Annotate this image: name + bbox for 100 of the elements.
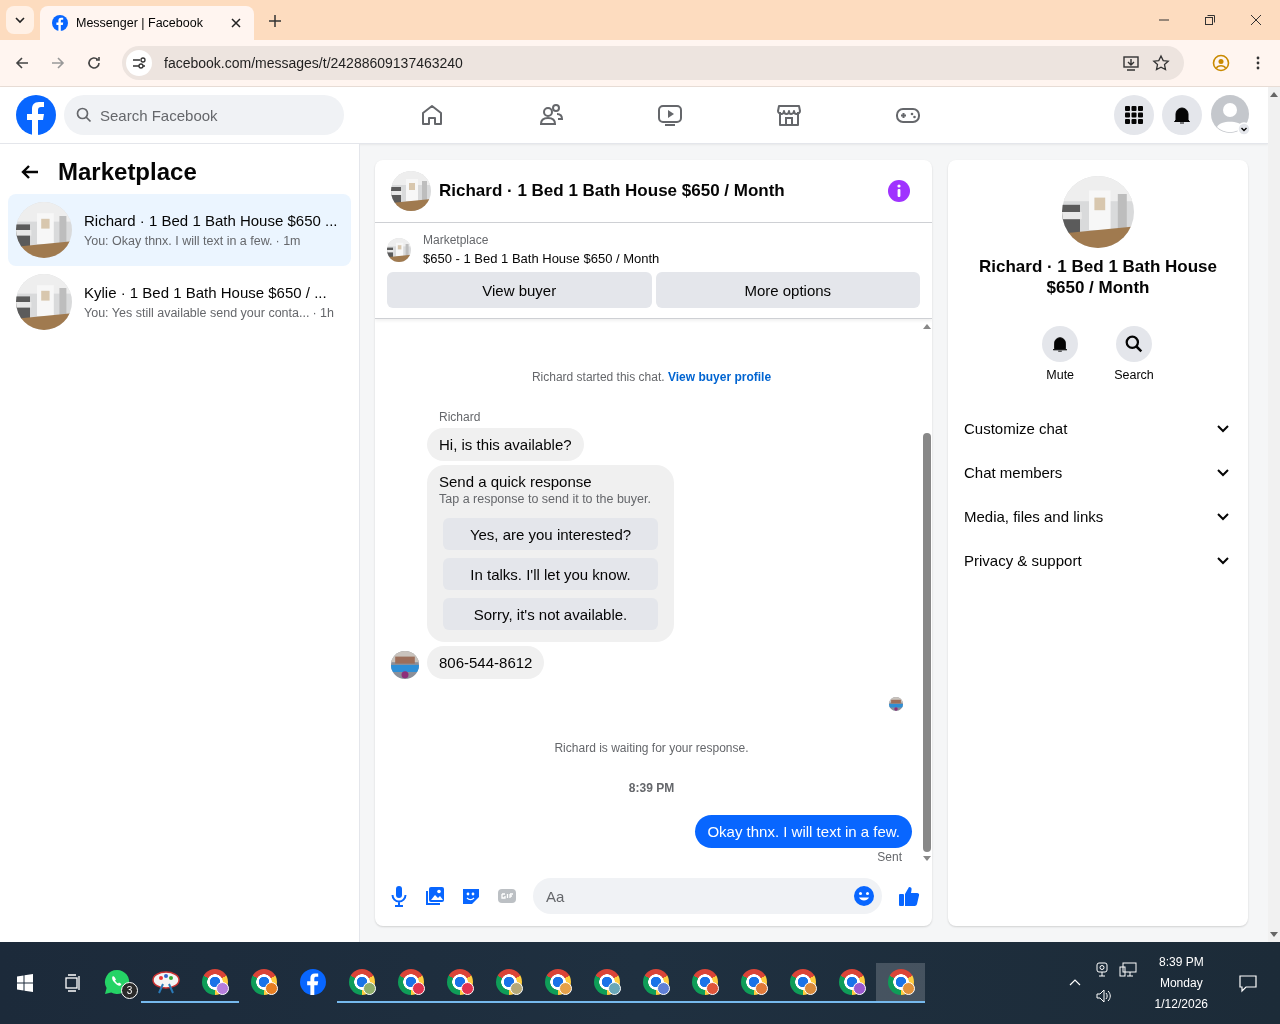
facebook-icon — [299, 969, 326, 995]
scroll-down-icon[interactable] — [1270, 932, 1278, 938]
chevron-down-icon — [14, 14, 26, 26]
system-message: Richard started this chat. View buyer profile — [531, 370, 772, 384]
scroll-up-icon[interactable] — [923, 323, 931, 329]
microphone-icon[interactable] — [389, 885, 409, 907]
taskbar-app[interactable] — [876, 963, 925, 1003]
notification-badge: 3 — [121, 982, 138, 999]
conversation-name: Richard · 1 Bed 1 Bath House $650 / Month — [978, 256, 1218, 298]
url-text: facebook.com/messages/t/24288609137463240 — [164, 55, 463, 71]
action-label: Mute — [1046, 368, 1075, 382]
conversation-item[interactable]: Richard · 1 Bed 1 Bath House $650 ... You: Okay thnx. I will text in a few. · 1m — [8, 194, 351, 266]
install-app-icon[interactable] — [1122, 54, 1140, 72]
quick-response-hint: Tap a response to send it to the buyer. — [439, 492, 652, 506]
message-bubble: Okay thnx. I will text in a few. — [695, 815, 912, 848]
bell-icon — [1051, 335, 1070, 353]
section-header[interactable]: Media, files and links — [956, 494, 1240, 538]
message-time: · 1m — [275, 234, 301, 248]
action-label: Search — [1114, 368, 1154, 382]
search-field[interactable]: Search Facebook — [64, 95, 344, 135]
chat-bubble-icon — [103, 969, 130, 995]
mute-button[interactable] — [1042, 326, 1079, 362]
paint-palette-icon — [150, 970, 181, 994]
clock-date: 1/12/2026 — [1154, 997, 1208, 1011]
scrollbar-thumb[interactable] — [923, 433, 931, 852]
clock[interactable]: 8:39 PM Monday 1/12/2026 — [1154, 955, 1208, 1011]
action-button[interactable]: More options — [655, 272, 920, 308]
network-icon[interactable] — [1118, 962, 1137, 978]
section-header[interactable]: Customize chat — [956, 406, 1240, 450]
conversation-item[interactable]: Kylie · 1 Bed 1 Bath House $650 / ... You: Yes still available send your conta... · 1h — [8, 266, 351, 338]
sticker-icon[interactable] — [461, 886, 481, 906]
info-icon[interactable] — [888, 180, 910, 202]
site-settings-icon[interactable] — [126, 50, 152, 76]
close-icon[interactable] — [230, 17, 242, 29]
volume-icon[interactable] — [1094, 988, 1113, 1004]
delivery-status: Sent — [877, 850, 903, 864]
tab-title: Messenger | Facebook — [76, 16, 203, 30]
tab-search-button[interactable] — [6, 6, 34, 34]
message-preview: You: Yes still available send your conta... — [84, 306, 310, 320]
search-icon — [1125, 335, 1143, 353]
section-title: Privacy & support — [964, 551, 1082, 569]
facebook-icon — [52, 15, 68, 31]
grid-icon — [1124, 105, 1144, 125]
search-button[interactable] — [1116, 326, 1152, 362]
camera-icon[interactable] — [1094, 962, 1109, 978]
conversation-title: Kylie · 1 Bed 1 Bath House $650 / ... — [84, 284, 328, 301]
scrollbar[interactable] — [1268, 87, 1280, 942]
shop-icon[interactable] — [775, 102, 802, 128]
buyer-profile-link[interactable]: View buyer profile — [667, 370, 772, 384]
system-message: Richard is waiting for your response. — [554, 741, 749, 755]
message-time: · 1h — [312, 306, 334, 320]
facebook-logo[interactable] — [16, 95, 56, 135]
quick-response-title: Send a quick response — [439, 473, 593, 490]
section-header[interactable]: Privacy & support — [956, 538, 1240, 582]
action-button[interactable]: View buyer — [387, 272, 652, 308]
back-icon[interactable] — [14, 55, 30, 71]
notifications-icon[interactable] — [1238, 973, 1258, 993]
taskbar-app[interactable]: 3 — [92, 963, 141, 1003]
quick-reply-button[interactable]: Yes, are you interested? — [443, 518, 658, 550]
windows-start-icon[interactable] — [16, 974, 34, 992]
new-tab-icon[interactable] — [268, 14, 282, 28]
message-preview: You: Okay thnx. I will text in a few. — [84, 234, 273, 248]
forward-icon[interactable] — [50, 55, 66, 71]
reload-icon[interactable] — [86, 55, 102, 71]
video-icon[interactable] — [656, 102, 683, 128]
message-bubble: 806-544-8612 — [427, 646, 545, 679]
close-icon[interactable] — [1250, 14, 1262, 26]
restore-icon[interactable] — [1204, 14, 1216, 26]
browser-tab[interactable]: Messenger | Facebook — [40, 6, 254, 40]
listing-title: $650 - 1 Bed 1 Bath House $650 / Month — [423, 251, 660, 266]
sidebar-title: Marketplace — [58, 158, 197, 186]
chat-title: Richard · 1 Bed 1 Bath House $650 / Month — [439, 181, 785, 201]
notifications-button[interactable] — [1162, 95, 1202, 135]
emoji-icon[interactable] — [853, 885, 875, 907]
profile-icon[interactable] — [1212, 54, 1230, 72]
conversation-title: Richard · 1 Bed 1 Bath House $650 ... — [84, 212, 338, 229]
address-field[interactable]: facebook.com/messages/t/24288609137463240 — [122, 46, 1184, 80]
clock-time: 8:39 PM — [1158, 955, 1204, 969]
listing-label: Marketplace — [423, 233, 490, 247]
task-view-icon[interactable] — [64, 974, 82, 992]
people-icon[interactable] — [537, 102, 564, 128]
scroll-down-icon[interactable] — [923, 856, 931, 862]
menu-button[interactable] — [1114, 95, 1154, 135]
thumbs-up-icon[interactable] — [898, 885, 920, 907]
message-bubble: Hi, is this available? — [427, 428, 584, 461]
message-field[interactable]: Aa — [533, 878, 882, 914]
section-title: Customize chat — [964, 419, 1068, 437]
photo-icon[interactable] — [425, 886, 445, 906]
star-icon[interactable] — [1152, 54, 1170, 72]
section-header[interactable]: Chat members — [956, 450, 1240, 494]
bell-icon — [1172, 105, 1192, 125]
section-title: Chat members — [964, 463, 1063, 481]
sender-name: Richard — [439, 410, 481, 424]
clock-day: Monday — [1159, 976, 1203, 990]
quick-reply-button[interactable]: Sorry, it's not available. — [443, 598, 658, 630]
section-title: Media, files and links — [964, 507, 1104, 525]
search-icon — [76, 107, 92, 123]
quick-reply-button[interactable]: In talks. I'll let you know. — [443, 558, 658, 590]
scroll-up-icon[interactable] — [1270, 91, 1278, 97]
timestamp: 8:39 PM — [628, 781, 675, 795]
